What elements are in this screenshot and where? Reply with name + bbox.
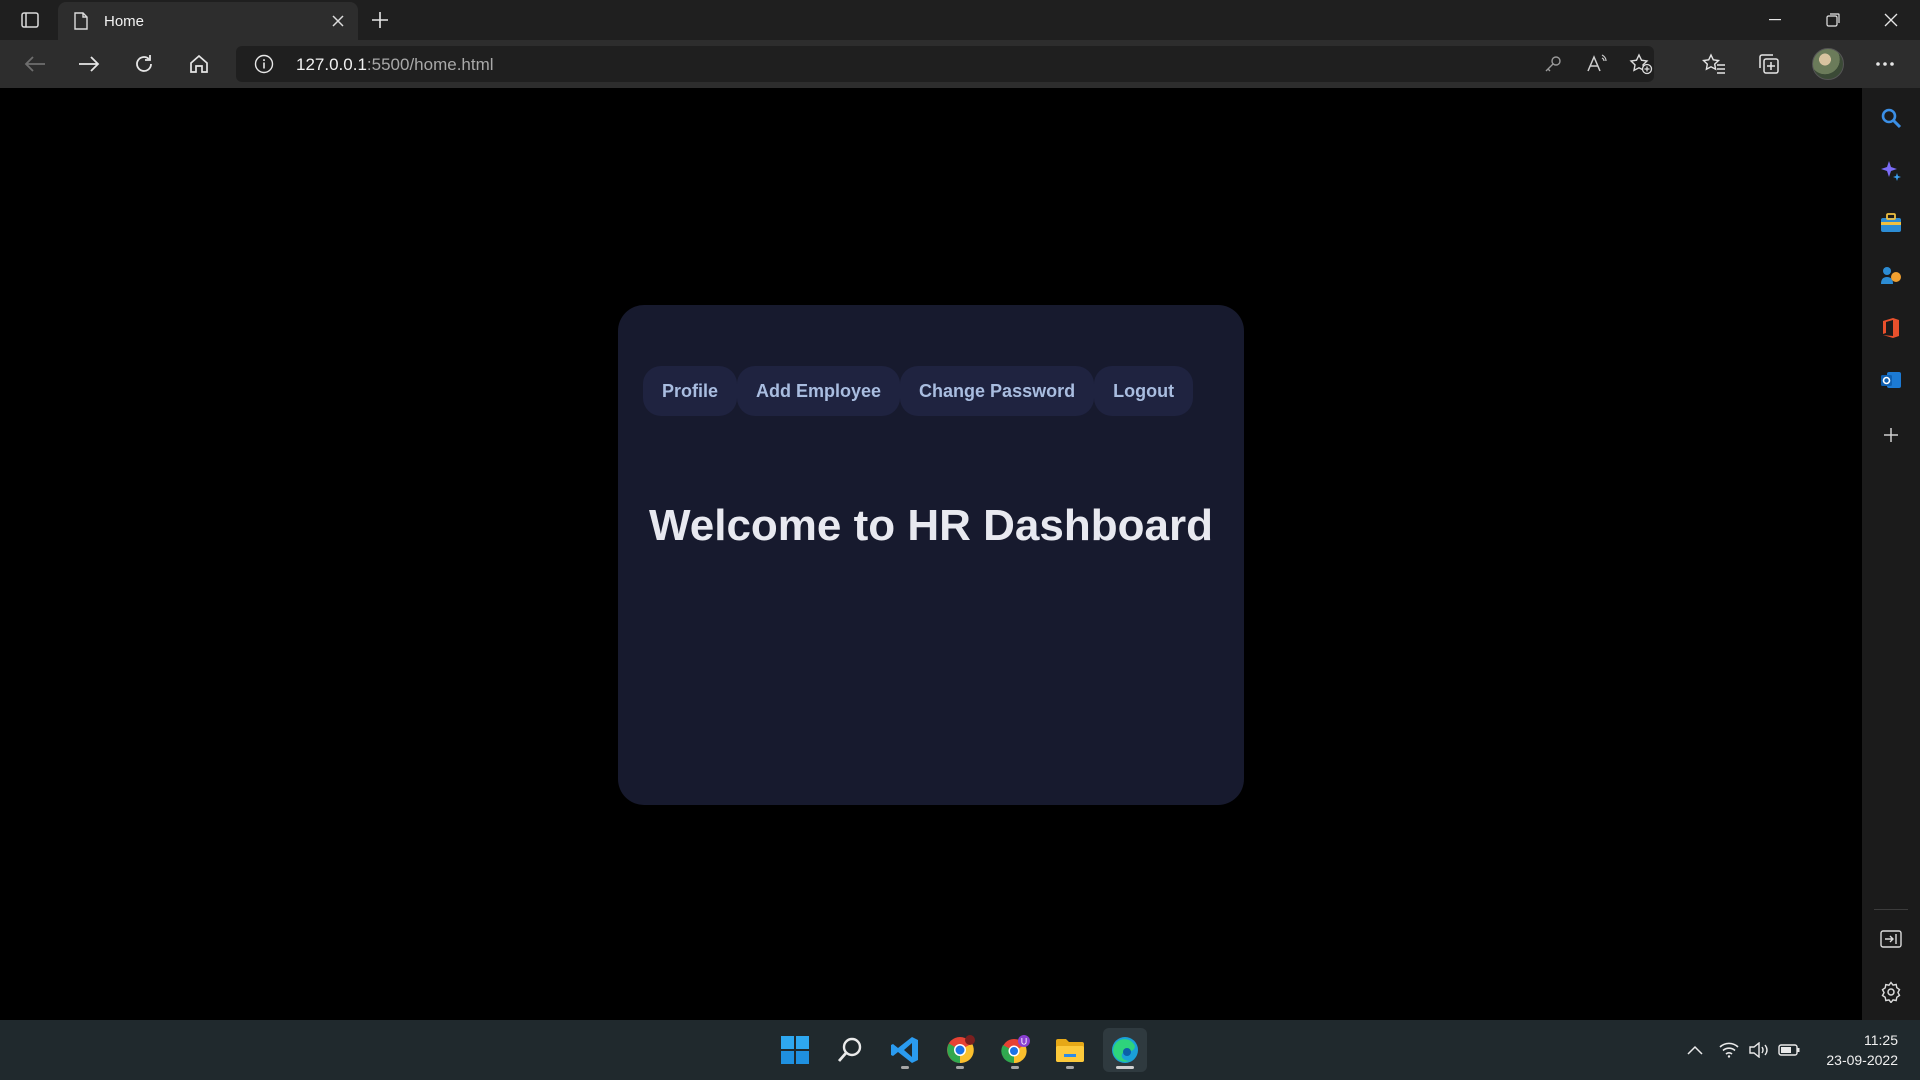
nav-add-employee-button[interactable]: Add Employee bbox=[737, 366, 901, 416]
search-icon[interactable] bbox=[1877, 104, 1905, 132]
dashboard-nav: Profile Add Employee Change Password Log… bbox=[643, 366, 1194, 416]
page-title: Welcome to HR Dashboard bbox=[649, 501, 1213, 550]
more-options-icon[interactable] bbox=[1867, 48, 1903, 80]
volume-icon[interactable] bbox=[1748, 1039, 1770, 1061]
favorites-icon[interactable] bbox=[1696, 48, 1732, 80]
tab-bar: Home bbox=[0, 0, 1920, 40]
page-viewport: Profile Add Employee Change Password Log… bbox=[0, 88, 1862, 1020]
window-controls bbox=[1746, 0, 1920, 40]
browser-toolbar: 127.0.0.1:5500/home.html bbox=[0, 40, 1920, 88]
active-tab[interactable]: Home bbox=[58, 2, 358, 40]
chrome-profile-badge: U bbox=[1021, 1037, 1028, 1047]
url-host: 127.0.0.1 bbox=[296, 55, 367, 74]
forward-icon[interactable] bbox=[71, 48, 107, 80]
battery-icon[interactable] bbox=[1778, 1039, 1800, 1061]
dashboard-card: Profile Add Employee Change Password Log… bbox=[618, 305, 1244, 805]
office-icon[interactable] bbox=[1877, 314, 1905, 342]
read-aloud-icon[interactable] bbox=[1584, 52, 1610, 76]
search-icon[interactable] bbox=[828, 1028, 872, 1072]
clock-date: 23-09-2022 bbox=[1826, 1052, 1898, 1068]
add-icon[interactable] bbox=[1877, 421, 1905, 449]
profile-avatar[interactable] bbox=[1812, 48, 1844, 80]
start-icon[interactable] bbox=[773, 1028, 817, 1072]
restore-icon[interactable] bbox=[1804, 0, 1862, 40]
nav-change-password-button[interactable]: Change Password bbox=[900, 366, 1095, 416]
tools-icon[interactable] bbox=[1877, 209, 1905, 237]
settings-icon[interactable] bbox=[1877, 978, 1905, 1006]
minimize-icon[interactable] bbox=[1746, 0, 1804, 40]
hide-sidebar-icon[interactable] bbox=[1877, 925, 1905, 953]
nav-profile-button[interactable]: Profile bbox=[643, 366, 738, 416]
system-clock[interactable]: 11:25 23-09-2022 bbox=[1826, 1030, 1898, 1070]
refresh-icon[interactable] bbox=[126, 48, 162, 80]
clock-time: 11:25 bbox=[1864, 1032, 1898, 1048]
wifi-icon[interactable] bbox=[1718, 1039, 1740, 1061]
running-indicator bbox=[901, 1066, 909, 1069]
site-info-icon[interactable] bbox=[254, 54, 274, 74]
url-text[interactable]: 127.0.0.1:5500/home.html bbox=[296, 55, 494, 75]
back-icon[interactable] bbox=[17, 48, 53, 80]
close-tab-icon[interactable] bbox=[328, 11, 348, 31]
new-tab-icon[interactable] bbox=[366, 7, 394, 33]
password-key-icon[interactable] bbox=[1540, 52, 1566, 76]
running-indicator bbox=[1066, 1066, 1074, 1069]
outlook-icon[interactable] bbox=[1877, 366, 1905, 394]
copilot-icon[interactable] bbox=[1877, 157, 1905, 185]
address-bar[interactable]: 127.0.0.1:5500/home.html bbox=[236, 46, 1654, 82]
file-explorer-icon[interactable] bbox=[1048, 1028, 1092, 1072]
tab-actions-icon[interactable] bbox=[14, 8, 46, 32]
active-indicator bbox=[1116, 1066, 1134, 1069]
home-icon[interactable] bbox=[181, 48, 217, 80]
edge-icon[interactable] bbox=[1103, 1028, 1147, 1072]
games-icon[interactable] bbox=[1877, 261, 1905, 289]
add-favorite-icon[interactable] bbox=[1628, 52, 1654, 76]
page-icon bbox=[74, 11, 90, 31]
tab-title: Home bbox=[104, 12, 145, 30]
taskbar: U 11:25 23-09-2022 bbox=[0, 1020, 1920, 1080]
vscode-icon[interactable] bbox=[883, 1028, 927, 1072]
running-indicator bbox=[1011, 1066, 1019, 1069]
show-hidden-icons-icon[interactable] bbox=[1684, 1039, 1706, 1061]
chrome-icon[interactable] bbox=[938, 1028, 982, 1072]
edge-sidebar bbox=[1862, 88, 1920, 1020]
nav-logout-button[interactable]: Logout bbox=[1094, 366, 1194, 416]
sidebar-divider bbox=[1874, 909, 1908, 910]
close-window-icon[interactable] bbox=[1862, 0, 1920, 40]
running-indicator bbox=[956, 1066, 964, 1069]
collections-icon[interactable] bbox=[1751, 48, 1787, 80]
chrome-profile-icon[interactable]: U bbox=[993, 1028, 1037, 1072]
url-path: :5500/home.html bbox=[366, 55, 494, 74]
